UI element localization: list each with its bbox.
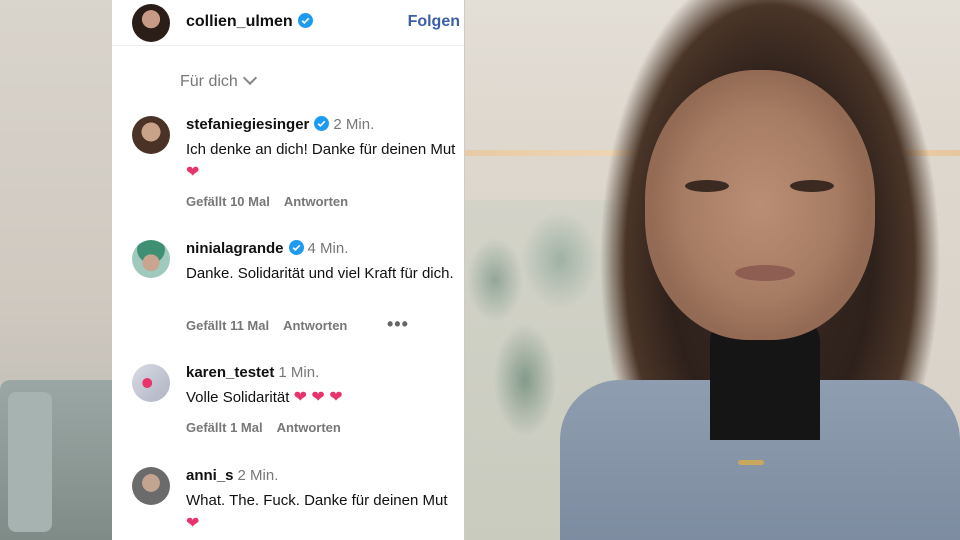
filter-label: Für dich [180,73,238,90]
commenter-username[interactable]: ninialagrande [186,240,284,257]
lips [735,265,795,281]
commenter-username[interactable]: anni_s [186,467,234,484]
heart-emoji: ❤ ❤ ❤ [293,389,343,406]
commenter-avatar[interactable] [132,116,170,154]
follow-button[interactable]: Folgen [408,13,460,31]
comment-actions: Gefällt 11 Mal Antworten [186,318,361,333]
right-eye [790,180,834,192]
heart-emoji: ❤ [186,164,200,181]
reply-button[interactable]: Antworten [277,420,341,435]
left-eye [685,180,729,192]
commenter-avatar[interactable] [132,240,170,278]
comment-text: What. The. Fuck. Danke für deinen Mut [186,492,448,509]
heart-emoji: ❤ [186,515,200,532]
comment-actions: Gefällt 1 Mal Antworten [186,420,355,435]
reply-button[interactable]: Antworten [284,194,348,209]
commenter-username[interactable]: stefaniegiesinger [186,116,309,133]
verified-badge-icon [297,13,313,28]
commenter-avatar[interactable] [132,364,170,402]
more-options-icon[interactable]: ••• [387,314,409,335]
comment-header: stefaniegiesinger 2 Min. [186,116,374,133]
owner-username[interactable]: collien_ulmen [186,13,313,31]
comment-text-block: Ich denke an dich! Danke für deinen Mut … [186,138,456,184]
comment-header: anni_s 2 Min. [186,467,278,484]
comment-time: 1 Min. [278,364,320,381]
sofa-cushion [8,392,52,532]
comment-text-block: What. The. Fuck. Danke für deinen Mut ❤ [186,489,456,535]
likes-count-link[interactable]: Gefällt 1 Mal [186,420,263,435]
comments-panel: collien_ulmen Folgen Für dich stefaniegi… [112,0,464,540]
face [645,70,875,340]
comment-actions: Gefällt 10 Mal Antworten [186,194,362,209]
reply-button[interactable]: Antworten [283,318,347,333]
comment-text: Danke. Solidarität und viel Kraft für di… [186,265,454,282]
comment-header: ninialagrande 4 Min. [186,240,348,257]
comment-filter-dropdown[interactable]: Für dich [180,70,257,91]
post-header: collien_ulmen Folgen [112,0,464,46]
likes-count-link[interactable]: Gefällt 10 Mal [186,194,270,209]
chevron-down-icon [242,70,257,86]
likes-count-link[interactable]: Gefällt 11 Mal [186,318,269,333]
verified-badge-icon [288,240,304,255]
comment-time: 2 Min. [237,467,279,484]
comment-text-block: Volle Solidarität ❤ ❤ ❤ [186,386,456,409]
comment-text: Volle Solidarität [186,389,290,406]
comment-header: karen_testet 1 Min. [186,364,319,381]
comment-text: Ich denke an dich! Danke für deinen Mut [186,141,456,158]
verified-badge-icon [314,116,330,131]
owner-username-text: collien_ulmen [186,13,293,30]
commenter-username[interactable]: karen_testet [186,364,274,381]
comment-time: 2 Min. [333,116,375,133]
comment-time: 4 Min. [307,240,349,257]
owner-avatar[interactable] [132,4,170,42]
commenter-avatar[interactable] [132,467,170,505]
speaker-person [560,0,960,540]
necklace [738,460,764,465]
